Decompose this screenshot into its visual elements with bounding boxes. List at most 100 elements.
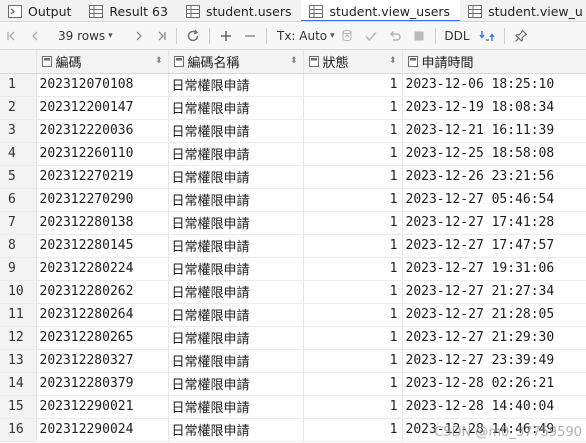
status-cell[interactable]: 1 bbox=[303, 280, 403, 304]
name-cell[interactable]: 日常權限申請 bbox=[168, 349, 304, 373]
apply-time-cell[interactable]: 2023-12-27 23:39:49 bbox=[402, 349, 586, 373]
add-row-button[interactable] bbox=[214, 23, 238, 50]
rows-per-page-select[interactable]: 39 rows ▾ bbox=[46, 29, 128, 43]
status-cell[interactable]: 1 bbox=[303, 349, 403, 373]
code-cell[interactable]: 202312280265 bbox=[36, 326, 169, 350]
status-cell[interactable]: 1 bbox=[303, 326, 403, 350]
code-cell[interactable]: 202312220036 bbox=[36, 119, 169, 143]
name-cell[interactable]: 日常權限申請 bbox=[168, 211, 304, 235]
table-row[interactable]: 8 202312280145 日常權限申請 1 2023-12-27 17:47:57 bbox=[0, 234, 586, 258]
code-cell[interactable]: 202312070108 bbox=[36, 73, 169, 97]
apply-time-cell[interactable]: 2023-12-26 23:21:56 bbox=[402, 165, 586, 189]
apply-time-cell[interactable]: 2023-12-27 19:31:06 bbox=[402, 257, 586, 281]
delete-row-button[interactable] bbox=[238, 23, 262, 50]
apply-time-cell[interactable]: 2023-12-27 21:29:30 bbox=[402, 326, 586, 350]
rollback-button[interactable] bbox=[383, 23, 407, 50]
status-cell[interactable]: 1 bbox=[303, 119, 403, 143]
code-cell[interactable]: 202312280327 bbox=[36, 349, 169, 373]
name-cell[interactable]: 日常權限申請 bbox=[168, 257, 304, 281]
sort-arrows-icon[interactable]: ⬍ bbox=[290, 56, 300, 66]
name-cell[interactable]: 日常權限申請 bbox=[168, 73, 304, 97]
commit-button[interactable] bbox=[359, 23, 383, 50]
previous-page-button[interactable] bbox=[24, 23, 46, 50]
status-cell[interactable]: 1 bbox=[303, 257, 403, 281]
name-cell[interactable]: 日常權限申請 bbox=[168, 234, 304, 258]
code-cell[interactable]: 202312280379 bbox=[36, 372, 169, 396]
name-cell[interactable]: 日常權限申請 bbox=[168, 96, 304, 120]
column-header-name[interactable]: 編碼名稱 ⬍ bbox=[168, 50, 304, 74]
name-cell[interactable]: 日常權限申請 bbox=[168, 142, 304, 166]
code-cell[interactable]: 202312270290 bbox=[36, 188, 169, 212]
apply-time-cell[interactable]: 2023-12-28 14:40:04 bbox=[402, 395, 586, 419]
code-cell[interactable]: 202312280145 bbox=[36, 234, 169, 258]
status-cell[interactable]: 1 bbox=[303, 418, 403, 442]
sort-arrows-icon[interactable]: ⬍ bbox=[389, 56, 399, 66]
column-header-status[interactable]: 狀態 ⬍ bbox=[303, 50, 403, 74]
status-cell[interactable]: 1 bbox=[303, 188, 403, 212]
apply-time-cell[interactable]: 2023-12-21 16:11:39 bbox=[402, 119, 586, 143]
pin-tab-button[interactable] bbox=[509, 23, 533, 50]
table-row[interactable]: 14 202312280379 日常權限申請 1 2023-12-28 02:26:21 bbox=[0, 372, 586, 396]
code-cell[interactable]: 202312200147 bbox=[36, 96, 169, 120]
status-cell[interactable]: 1 bbox=[303, 234, 403, 258]
refresh-button[interactable] bbox=[181, 23, 205, 50]
apply-time-cell[interactable]: 2023-12-28 02:26:21 bbox=[402, 372, 586, 396]
code-cell[interactable]: 202312260110 bbox=[36, 142, 169, 166]
table-row[interactable]: 7 202312280138 日常權限申請 1 2023-12-27 17:41:28 bbox=[0, 211, 586, 235]
name-cell[interactable]: 日常權限申請 bbox=[168, 280, 304, 304]
table-row[interactable]: 13 202312280327 日常權限申請 1 2023-12-27 23:39:49 bbox=[0, 349, 586, 373]
name-cell[interactable]: 日常權限申請 bbox=[168, 119, 304, 143]
apply-time-cell[interactable]: 2023-12-19 18:08:34 bbox=[402, 96, 586, 120]
apply-time-cell[interactable]: 2023-12-27 17:47:57 bbox=[402, 234, 586, 258]
transaction-mode-select[interactable]: Tx: Auto ▾ bbox=[271, 29, 335, 43]
status-cell[interactable]: 1 bbox=[303, 165, 403, 189]
table-row[interactable]: 10 202312280262 日常權限申請 1 2023-12-27 21:27:34 bbox=[0, 280, 586, 304]
tab-student-view-users[interactable]: student.view_users bbox=[301, 0, 461, 21]
table-row[interactable]: 4 202312260110 日常權限申請 1 2023-12-25 18:58:08 bbox=[0, 142, 586, 166]
code-cell[interactable]: 202312280138 bbox=[36, 211, 169, 235]
apply-time-cell[interactable]: 2023-12-25 18:58:08 bbox=[402, 142, 586, 166]
name-cell[interactable]: 日常權限申請 bbox=[168, 303, 304, 327]
last-page-button[interactable] bbox=[150, 23, 172, 50]
compare-button[interactable] bbox=[474, 23, 500, 50]
table-row[interactable]: 16 202312290024 日常權限申請 1 2023-12-28 14:46:49 bbox=[0, 418, 586, 442]
name-cell[interactable]: 日常權限申請 bbox=[168, 418, 304, 442]
apply-time-cell[interactable]: 2023-12-27 21:28:05 bbox=[402, 303, 586, 327]
stop-button[interactable] bbox=[407, 23, 431, 50]
table-row[interactable]: 5 202312270219 日常權限申請 1 2023-12-26 23:21:56 bbox=[0, 165, 586, 189]
table-row[interactable]: 15 202312290021 日常權限申請 1 2023-12-28 14:40:04 bbox=[0, 395, 586, 419]
code-cell[interactable]: 202312270219 bbox=[36, 165, 169, 189]
name-cell[interactable]: 日常權限申請 bbox=[168, 395, 304, 419]
status-cell[interactable]: 1 bbox=[303, 73, 403, 97]
status-cell[interactable]: 1 bbox=[303, 96, 403, 120]
table-row[interactable]: 11 202312280264 日常權限申請 1 2023-12-27 21:28:05 bbox=[0, 303, 586, 327]
status-cell[interactable]: 1 bbox=[303, 303, 403, 327]
name-cell[interactable]: 日常權限申請 bbox=[168, 372, 304, 396]
apply-time-cell[interactable]: 2023-12-06 18:25:10 bbox=[402, 73, 586, 97]
table-row[interactable]: 3 202312220036 日常權限申請 1 2023-12-21 16:11:39 bbox=[0, 119, 586, 143]
next-page-button[interactable] bbox=[128, 23, 150, 50]
tab-student-users[interactable]: student.users bbox=[178, 0, 302, 21]
name-cell[interactable]: 日常權限申請 bbox=[168, 326, 304, 350]
code-cell[interactable]: 202312280264 bbox=[36, 303, 169, 327]
apply-time-cell[interactable]: 2023-12-27 21:27:34 bbox=[402, 280, 586, 304]
table-row[interactable]: 6 202312270290 日常權限申請 1 2023-12-27 05:46:54 bbox=[0, 188, 586, 212]
status-cell[interactable]: 1 bbox=[303, 211, 403, 235]
table-row[interactable]: 9 202312280224 日常權限申請 1 2023-12-27 19:31:06 bbox=[0, 257, 586, 281]
sort-arrows-icon[interactable]: ⬍ bbox=[155, 56, 165, 66]
table-row[interactable]: 2 202312200147 日常權限申請 1 2023-12-19 18:08:34 bbox=[0, 96, 586, 120]
tab-result-63[interactable]: Result 63 bbox=[81, 0, 178, 21]
submit-db-button[interactable] bbox=[335, 23, 359, 50]
column-header-apply-time[interactable]: 申請時間 bbox=[402, 50, 586, 74]
first-page-button[interactable] bbox=[0, 23, 24, 50]
tab-output[interactable]: Output bbox=[0, 0, 81, 21]
tab-student-view-u[interactable]: student.view_u bbox=[460, 0, 586, 21]
table-row[interactable]: 1 202312070108 日常權限申請 1 2023-12-06 18:25:10 bbox=[0, 73, 586, 97]
code-cell[interactable]: 202312290021 bbox=[36, 395, 169, 419]
status-cell[interactable]: 1 bbox=[303, 142, 403, 166]
table-row[interactable]: 12 202312280265 日常權限申請 1 2023-12-27 21:29:30 bbox=[0, 326, 586, 350]
apply-time-cell[interactable]: 2023-12-27 05:46:54 bbox=[402, 188, 586, 212]
ddl-button[interactable]: DDL bbox=[440, 23, 474, 50]
name-cell[interactable]: 日常權限申請 bbox=[168, 165, 304, 189]
code-cell[interactable]: 202312280224 bbox=[36, 257, 169, 281]
